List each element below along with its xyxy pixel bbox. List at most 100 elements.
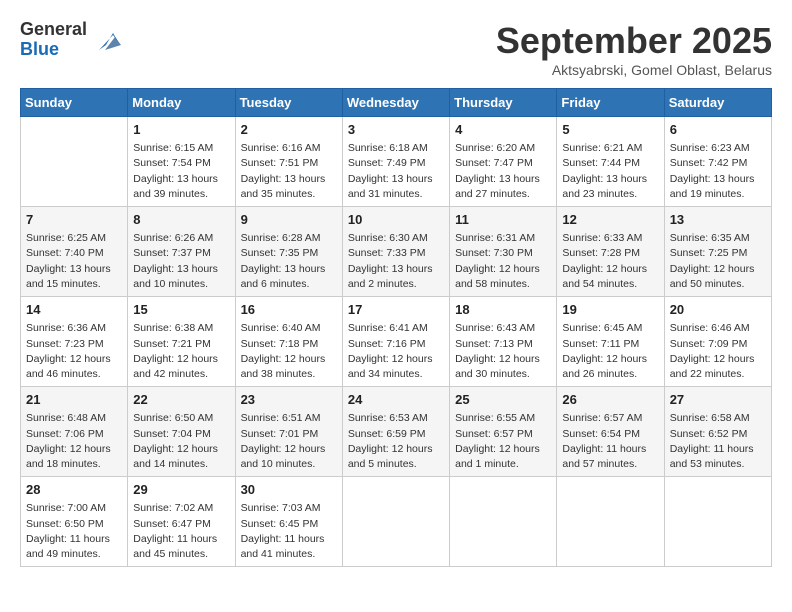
day-number: 26 bbox=[562, 391, 658, 409]
day-cell: 18 Sunrise: 6:43 AM Sunset: 7:13 PM Dayli… bbox=[450, 297, 557, 387]
day-info: Sunrise: 6:53 AM Sunset: 6:59 PM Dayligh… bbox=[348, 411, 444, 472]
day-info: Sunrise: 6:58 AM Sunset: 6:52 PM Dayligh… bbox=[670, 411, 766, 472]
month-title: September 2025 bbox=[496, 20, 772, 62]
day-number: 10 bbox=[348, 211, 444, 229]
day-number: 3 bbox=[348, 121, 444, 139]
day-number: 16 bbox=[241, 301, 337, 319]
day-info: Sunrise: 6:36 AM Sunset: 7:23 PM Dayligh… bbox=[26, 321, 122, 382]
title-area: September 2025 Aktsyabrski, Gomel Oblast… bbox=[496, 20, 772, 78]
day-info: Sunrise: 6:51 AM Sunset: 7:01 PM Dayligh… bbox=[241, 411, 337, 472]
day-number: 7 bbox=[26, 211, 122, 229]
day-number: 8 bbox=[133, 211, 229, 229]
day-cell: 29 Sunrise: 7:02 AM Sunset: 6:47 PM Dayli… bbox=[128, 477, 235, 567]
day-cell bbox=[557, 477, 664, 567]
day-cell: 16 Sunrise: 6:40 AM Sunset: 7:18 PM Dayli… bbox=[235, 297, 342, 387]
day-cell: 2 Sunrise: 6:16 AM Sunset: 7:51 PM Daylig… bbox=[235, 117, 342, 207]
day-cell: 11Sunrise: 6:31 AM Sunset: 7:30 PM Dayli… bbox=[450, 207, 557, 297]
day-number: 11 bbox=[455, 211, 551, 229]
day-cell: 10Sunrise: 6:30 AM Sunset: 7:33 PM Dayli… bbox=[342, 207, 449, 297]
weekday-header-friday: Friday bbox=[557, 89, 664, 117]
day-info: Sunrise: 6:21 AM Sunset: 7:44 PM Dayligh… bbox=[562, 141, 658, 202]
day-info: Sunrise: 6:43 AM Sunset: 7:13 PM Dayligh… bbox=[455, 321, 551, 382]
day-cell: 5 Sunrise: 6:21 AM Sunset: 7:44 PM Daylig… bbox=[557, 117, 664, 207]
location-subtitle: Aktsyabrski, Gomel Oblast, Belarus bbox=[496, 62, 772, 78]
day-number: 17 bbox=[348, 301, 444, 319]
day-number: 19 bbox=[562, 301, 658, 319]
day-cell bbox=[342, 477, 449, 567]
day-number: 12 bbox=[562, 211, 658, 229]
weekday-header-sunday: Sunday bbox=[21, 89, 128, 117]
day-info: Sunrise: 6:20 AM Sunset: 7:47 PM Dayligh… bbox=[455, 141, 551, 202]
day-number: 20 bbox=[670, 301, 766, 319]
day-info: Sunrise: 6:35 AM Sunset: 7:25 PM Dayligh… bbox=[670, 231, 766, 292]
week-row-3: 14 Sunrise: 6:36 AM Sunset: 7:23 PM Dayli… bbox=[21, 297, 772, 387]
day-number: 14 bbox=[26, 301, 122, 319]
day-cell: 27 Sunrise: 6:58 AM Sunset: 6:52 PM Dayli… bbox=[664, 387, 771, 477]
logo-general-text: General bbox=[20, 20, 87, 40]
day-info: Sunrise: 6:26 AM Sunset: 7:37 PM Dayligh… bbox=[133, 231, 229, 292]
logo-icon bbox=[91, 25, 121, 55]
weekday-header-tuesday: Tuesday bbox=[235, 89, 342, 117]
day-info: Sunrise: 7:00 AM Sunset: 6:50 PM Dayligh… bbox=[26, 501, 122, 562]
day-cell: 1 Sunrise: 6:15 AM Sunset: 7:54 PM Daylig… bbox=[128, 117, 235, 207]
day-number: 27 bbox=[670, 391, 766, 409]
weekday-header-saturday: Saturday bbox=[664, 89, 771, 117]
day-number: 2 bbox=[241, 121, 337, 139]
day-cell: 17 Sunrise: 6:41 AM Sunset: 7:16 PM Dayli… bbox=[342, 297, 449, 387]
day-cell: 28 Sunrise: 7:00 AM Sunset: 6:50 PM Dayli… bbox=[21, 477, 128, 567]
day-cell: 24Sunrise: 6:53 AM Sunset: 6:59 PM Dayli… bbox=[342, 387, 449, 477]
day-number: 28 bbox=[26, 481, 122, 499]
day-cell: 20 Sunrise: 6:46 AM Sunset: 7:09 PM Dayli… bbox=[664, 297, 771, 387]
day-number: 18 bbox=[455, 301, 551, 319]
day-number: 5 bbox=[562, 121, 658, 139]
day-cell bbox=[21, 117, 128, 207]
day-cell: 12Sunrise: 6:33 AM Sunset: 7:28 PM Dayli… bbox=[557, 207, 664, 297]
week-row-2: 7 Sunrise: 6:25 AM Sunset: 7:40 PM Daylig… bbox=[21, 207, 772, 297]
day-cell: 3 Sunrise: 6:18 AM Sunset: 7:49 PM Daylig… bbox=[342, 117, 449, 207]
week-row-4: 21 Sunrise: 6:48 AM Sunset: 7:06 PM Dayli… bbox=[21, 387, 772, 477]
day-cell: 19 Sunrise: 6:45 AM Sunset: 7:11 PM Dayli… bbox=[557, 297, 664, 387]
calendar-table: SundayMondayTuesdayWednesdayThursdayFrid… bbox=[20, 88, 772, 567]
day-number: 13 bbox=[670, 211, 766, 229]
logo-blue-text: Blue bbox=[20, 40, 87, 60]
day-number: 1 bbox=[133, 121, 229, 139]
day-cell: 13 Sunrise: 6:35 AM Sunset: 7:25 PM Dayli… bbox=[664, 207, 771, 297]
day-info: Sunrise: 6:40 AM Sunset: 7:18 PM Dayligh… bbox=[241, 321, 337, 382]
day-info: Sunrise: 6:18 AM Sunset: 7:49 PM Dayligh… bbox=[348, 141, 444, 202]
day-number: 6 bbox=[670, 121, 766, 139]
page-header: General Blue September 2025 Aktsyabrski,… bbox=[20, 20, 772, 78]
day-cell: 4 Sunrise: 6:20 AM Sunset: 7:47 PM Daylig… bbox=[450, 117, 557, 207]
day-number: 29 bbox=[133, 481, 229, 499]
day-info: Sunrise: 6:15 AM Sunset: 7:54 PM Dayligh… bbox=[133, 141, 229, 202]
weekday-header-wednesday: Wednesday bbox=[342, 89, 449, 117]
day-info: Sunrise: 6:25 AM Sunset: 7:40 PM Dayligh… bbox=[26, 231, 122, 292]
day-cell: 8 Sunrise: 6:26 AM Sunset: 7:37 PM Daylig… bbox=[128, 207, 235, 297]
day-info: Sunrise: 6:45 AM Sunset: 7:11 PM Dayligh… bbox=[562, 321, 658, 382]
day-info: Sunrise: 6:46 AM Sunset: 7:09 PM Dayligh… bbox=[670, 321, 766, 382]
day-number: 25 bbox=[455, 391, 551, 409]
day-cell: 6 Sunrise: 6:23 AM Sunset: 7:42 PM Daylig… bbox=[664, 117, 771, 207]
day-info: Sunrise: 6:50 AM Sunset: 7:04 PM Dayligh… bbox=[133, 411, 229, 472]
week-row-5: 28 Sunrise: 7:00 AM Sunset: 6:50 PM Dayli… bbox=[21, 477, 772, 567]
day-number: 4 bbox=[455, 121, 551, 139]
day-info: Sunrise: 6:55 AM Sunset: 6:57 PM Dayligh… bbox=[455, 411, 551, 472]
day-number: 30 bbox=[241, 481, 337, 499]
day-number: 15 bbox=[133, 301, 229, 319]
day-cell: 25 Sunrise: 6:55 AM Sunset: 6:57 PM Dayli… bbox=[450, 387, 557, 477]
day-cell: 30 Sunrise: 7:03 AM Sunset: 6:45 PM Dayli… bbox=[235, 477, 342, 567]
weekday-header-thursday: Thursday bbox=[450, 89, 557, 117]
day-info: Sunrise: 6:16 AM Sunset: 7:51 PM Dayligh… bbox=[241, 141, 337, 202]
day-info: Sunrise: 6:48 AM Sunset: 7:06 PM Dayligh… bbox=[26, 411, 122, 472]
day-cell: 22Sunrise: 6:50 AM Sunset: 7:04 PM Dayli… bbox=[128, 387, 235, 477]
day-info: Sunrise: 6:23 AM Sunset: 7:42 PM Dayligh… bbox=[670, 141, 766, 202]
logo: General Blue bbox=[20, 20, 121, 60]
day-info: Sunrise: 6:57 AM Sunset: 6:54 PM Dayligh… bbox=[562, 411, 658, 472]
day-info: Sunrise: 6:41 AM Sunset: 7:16 PM Dayligh… bbox=[348, 321, 444, 382]
day-number: 21 bbox=[26, 391, 122, 409]
day-cell: 21 Sunrise: 6:48 AM Sunset: 7:06 PM Dayli… bbox=[21, 387, 128, 477]
day-info: Sunrise: 6:38 AM Sunset: 7:21 PM Dayligh… bbox=[133, 321, 229, 382]
day-cell: 14 Sunrise: 6:36 AM Sunset: 7:23 PM Dayli… bbox=[21, 297, 128, 387]
weekday-header-row: SundayMondayTuesdayWednesdayThursdayFrid… bbox=[21, 89, 772, 117]
day-info: Sunrise: 7:02 AM Sunset: 6:47 PM Dayligh… bbox=[133, 501, 229, 562]
day-info: Sunrise: 7:03 AM Sunset: 6:45 PM Dayligh… bbox=[241, 501, 337, 562]
